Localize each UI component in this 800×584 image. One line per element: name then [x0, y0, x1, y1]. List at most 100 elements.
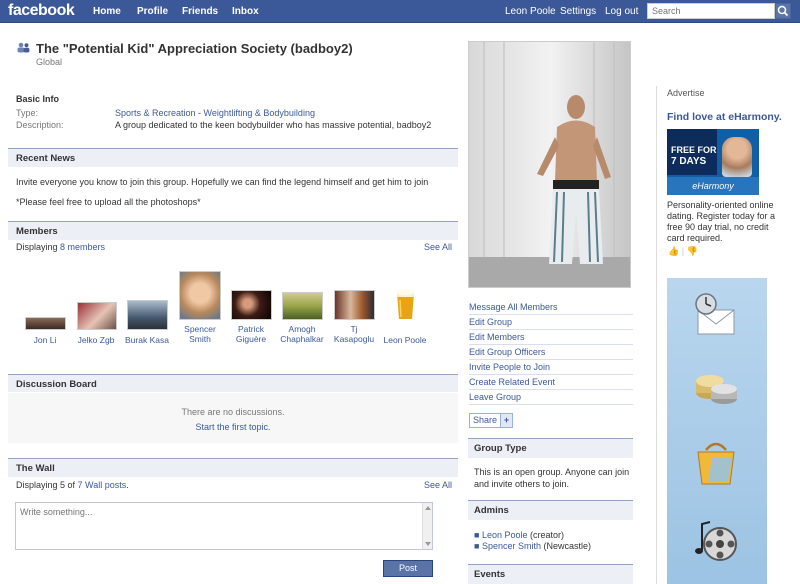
admin-item: ■ Spencer Smith (Newcastle)	[474, 540, 630, 552]
scroll-down-arrow-icon[interactable]	[425, 542, 431, 546]
ad-title-link[interactable]: Find love at eHarmony.	[667, 111, 782, 123]
member-name-line-1[interactable]: Burak Kasa	[125, 335, 169, 345]
members-count-link[interactable]: 8 members	[60, 242, 105, 252]
member-name-jon-li[interactable]: Jon Li	[18, 335, 72, 345]
member-photo-spencer-smith[interactable]	[179, 271, 221, 320]
ad-sidebar-panel	[667, 278, 767, 584]
ad-description: Personality-oriented online dating. Regi…	[667, 200, 776, 243]
discussion-board-heading: Discussion Board	[8, 374, 458, 392]
leave-group-link[interactable]: Leave Group	[469, 390, 633, 405]
thumbs-up-icon[interactable]: 👍	[668, 246, 679, 256]
member-name-line-1[interactable]: Tj	[350, 324, 357, 334]
scroll-up-arrow-icon[interactable]	[425, 506, 431, 510]
description-value: A group dedicated to the keen bodybuilde…	[115, 120, 432, 130]
wall-heading: The Wall	[8, 458, 458, 477]
member-photo-patrick-giguere[interactable]	[231, 290, 272, 320]
type-subcategory-link[interactable]: Weightlifting & Bodybuilding	[204, 108, 315, 118]
bullet-icon: ■	[474, 541, 480, 551]
member-photo-leon-poole[interactable]	[395, 288, 416, 320]
member-name-spencer-smith[interactable]: Spencer Smith	[173, 324, 227, 344]
search-input[interactable]	[647, 3, 775, 19]
nav-logout[interactable]: Log out	[605, 6, 638, 17]
type-category-link[interactable]: Sports & Recreation	[115, 108, 196, 118]
wall-see-all-link[interactable]: See All	[424, 480, 452, 490]
member-photo-burak-kasa[interactable]	[127, 300, 168, 330]
admin-role: (Newcastle)	[540, 541, 591, 551]
member-name-tj-kasapoglu[interactable]: Tj Kasapoglu	[327, 324, 381, 344]
wall-posts-link[interactable]: 7 Wall posts	[78, 480, 127, 490]
post-button[interactable]: Post	[383, 560, 433, 577]
bullet-icon: ■	[474, 530, 480, 540]
ad-person-photo	[722, 137, 752, 177]
member-name-line-1[interactable]: Patrick	[238, 324, 264, 334]
no-discussions-text: There are no discussions.	[181, 407, 285, 417]
ad-image[interactable]: FREE FOR 7 DAYS eHarmony	[667, 129, 759, 195]
admin-role: (creator)	[527, 530, 565, 540]
member-name-line-2[interactable]: Kasapoglu	[334, 334, 374, 344]
discussion-board-body: There are no discussions. Start the firs…	[8, 393, 458, 443]
nav-user-name[interactable]: Leon Poole	[505, 6, 556, 17]
member-name-line-1[interactable]: Amogh	[289, 324, 316, 334]
member-photo-jon-li[interactable]	[25, 317, 66, 330]
group-profile-photo[interactable]	[468, 41, 631, 288]
group-icon	[17, 42, 30, 53]
member-name-line-2[interactable]: Chaphalkar	[280, 334, 323, 344]
member-name-line-2[interactable]: Giguère	[236, 334, 266, 344]
member-name-line-2[interactable]: Smith	[189, 334, 211, 344]
wall-displaying: Displaying 5 of 7 Wall posts.	[16, 480, 129, 490]
edit-members-link[interactable]: Edit Members	[469, 330, 633, 345]
group-type-text: This is an open group. Anyone can join a…	[474, 467, 630, 489]
members-see-all-link[interactable]: See All	[424, 242, 452, 252]
member-name-leon-poole[interactable]: Leon Poole	[378, 335, 432, 345]
member-name-amogh-chaphalkar[interactable]: Amogh Chaphalkar	[275, 324, 329, 344]
recent-news-heading: Recent News	[8, 148, 458, 167]
member-name-line-1[interactable]: Jon Li	[34, 335, 57, 345]
admin-name-link[interactable]: Spencer Smith	[482, 541, 541, 551]
advertise-label[interactable]: Advertise	[667, 88, 705, 98]
ad-feedback: 👍 | 👎	[668, 246, 698, 257]
share-label[interactable]: Share	[473, 415, 497, 425]
wall-post-input[interactable]	[15, 502, 433, 550]
ad-brand: eHarmony	[667, 177, 759, 195]
nav-settings[interactable]: Settings	[560, 6, 596, 17]
start-first-topic-link[interactable]: Start the first topic.	[195, 422, 270, 432]
share-plus-icon[interactable]: +	[500, 414, 512, 427]
ads-column-divider	[656, 86, 657, 584]
top-navigation-bar: facebook Home Profile Friends Inbox Leon…	[0, 0, 800, 23]
page-title: The "Potential Kid" Appreciation Society…	[36, 41, 353, 56]
facebook-logo[interactable]: facebook	[8, 2, 75, 20]
nav-friends[interactable]: Friends	[182, 6, 218, 17]
member-name-jelko-zgb[interactable]: Jelko Zgb	[69, 335, 123, 345]
nav-inbox[interactable]: Inbox	[232, 6, 259, 17]
nav-profile[interactable]: Profile	[137, 6, 168, 17]
recent-news-line-2: *Please feel free to upload all the phot…	[16, 197, 201, 207]
wall-displaying-suffix: .	[126, 480, 129, 490]
create-related-event-link[interactable]: Create Related Event	[469, 375, 633, 390]
ad-image-line-1: FREE FOR	[671, 145, 717, 155]
message-all-members-link[interactable]: Message All Members	[469, 300, 633, 315]
member-name-line-1[interactable]: Leon Poole	[383, 335, 426, 345]
shopping-bag-icon[interactable]	[692, 438, 740, 486]
coins-icon[interactable]	[692, 363, 740, 411]
search-icon	[777, 5, 789, 17]
nav-home[interactable]: Home	[93, 6, 121, 17]
mail-clock-icon[interactable]	[692, 290, 740, 338]
member-photo-jelko-zgb[interactable]	[77, 302, 117, 330]
member-name-line-1[interactable]: Spencer	[184, 324, 216, 334]
member-name-burak-kasa[interactable]: Burak Kasa	[120, 335, 174, 345]
group-subtitle: Global	[36, 57, 63, 67]
admins-heading: Admins	[468, 500, 633, 520]
members-heading: Members	[8, 221, 458, 240]
music-film-icon[interactable]	[692, 516, 740, 564]
wall-input-scrollbar[interactable]	[422, 503, 432, 549]
edit-group-officers-link[interactable]: Edit Group Officers	[469, 345, 633, 360]
edit-group-link[interactable]: Edit Group	[469, 315, 633, 330]
thumbs-down-icon[interactable]: 👎	[687, 246, 698, 256]
member-name-line-1[interactable]: Jelko Zgb	[78, 335, 115, 345]
member-photo-amogh-chaphalkar[interactable]	[282, 292, 323, 320]
member-name-patrick-giguere[interactable]: Patrick Giguère	[224, 324, 278, 344]
admin-name-link[interactable]: Leon Poole	[482, 530, 528, 540]
search-button[interactable]	[775, 3, 791, 19]
invite-people-link[interactable]: Invite People to Join	[469, 360, 633, 375]
member-photo-tj-kasapoglu[interactable]	[334, 290, 375, 320]
